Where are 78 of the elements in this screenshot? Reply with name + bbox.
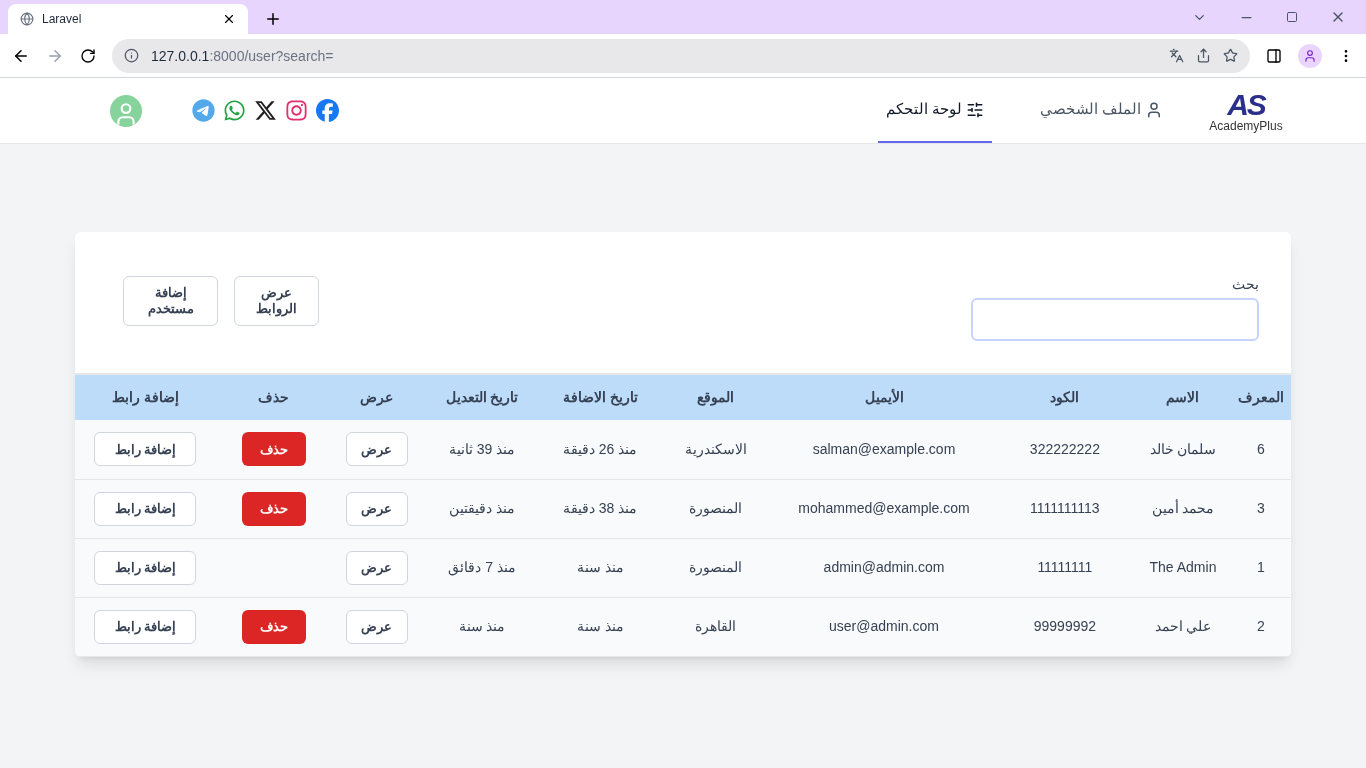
column-header: تاريخ الاضافة bbox=[542, 375, 658, 420]
table-cell: منذ 7 دقائق bbox=[448, 559, 516, 575]
table-cell: منذ 26 دقيقة bbox=[562, 440, 638, 457]
new-tab-icon[interactable] bbox=[264, 10, 282, 28]
table-cell: علي احمد bbox=[1154, 618, 1212, 634]
reload-icon[interactable] bbox=[80, 47, 96, 64]
x-logo-icon[interactable] bbox=[254, 99, 277, 122]
translate-icon[interactable] bbox=[1169, 48, 1184, 63]
table-cell: منذ 39 ثانية bbox=[448, 440, 516, 457]
user-icon bbox=[1145, 100, 1163, 119]
view-button[interactable]: عرض bbox=[345, 432, 408, 467]
browser-tab[interactable]: Laravel bbox=[8, 4, 248, 34]
restore-icon[interactable] bbox=[1286, 11, 1298, 23]
tab-title: Laravel bbox=[42, 11, 83, 27]
column-header: حذف bbox=[215, 375, 332, 420]
table-cell: 3 bbox=[1256, 500, 1265, 516]
view-button[interactable]: عرض bbox=[345, 609, 408, 644]
column-header: عرض bbox=[331, 375, 422, 420]
search-field[interactable] bbox=[971, 298, 1259, 341]
info-icon bbox=[124, 48, 139, 63]
table-cell: 2 bbox=[1256, 618, 1265, 634]
table-cell: user@admin.com bbox=[829, 618, 939, 634]
table-cell: المنصورة bbox=[689, 500, 743, 516]
table-cell: منذ سنة bbox=[458, 618, 506, 634]
share-icon[interactable] bbox=[1196, 48, 1211, 63]
add-link-button[interactable]: إضافة رابط bbox=[94, 491, 197, 526]
table-cell: الاسكندرية bbox=[684, 440, 747, 457]
url-text: 127.0.0.1:8000/user?search= bbox=[151, 46, 335, 66]
column-header: الكود bbox=[994, 375, 1136, 420]
nav-link[interactable]: لوحة التحكم bbox=[877, 78, 992, 143]
table-cell: The Admin bbox=[1149, 559, 1217, 575]
globe-icon bbox=[20, 12, 34, 26]
table-cell: 1111111113 bbox=[1030, 500, 1100, 516]
table-cell: salman@example.com bbox=[812, 440, 956, 457]
search-label: بحث bbox=[1231, 275, 1259, 294]
table-cell: 11111111 bbox=[1037, 559, 1093, 575]
view-button[interactable]: عرض bbox=[345, 491, 408, 526]
sliders-icon bbox=[965, 100, 984, 119]
table-cell: المنصورة bbox=[689, 559, 743, 575]
star-icon[interactable] bbox=[1223, 48, 1238, 63]
column-header: الاسم bbox=[1135, 375, 1231, 420]
whatsapp-icon[interactable] bbox=[223, 99, 246, 122]
profile-avatar[interactable] bbox=[1298, 43, 1322, 68]
column-header: الموقع bbox=[657, 375, 774, 420]
table-cell: 322222222 bbox=[1029, 440, 1100, 457]
table-cell: admin@admin.com bbox=[823, 559, 945, 575]
instagram-icon[interactable] bbox=[285, 99, 308, 122]
table-cell: mohammed@example.com bbox=[798, 500, 970, 516]
delete-button[interactable]: حذف bbox=[241, 432, 306, 467]
table-cell: 6 bbox=[1256, 440, 1265, 457]
delete-button[interactable]: حذف bbox=[241, 491, 306, 526]
column-header: إضافة رابط bbox=[75, 375, 216, 420]
add-link-button[interactable]: إضافة رابط bbox=[94, 432, 197, 467]
view-button[interactable]: عرض bbox=[345, 550, 408, 585]
column-header: تاريخ التعديل bbox=[421, 375, 543, 420]
table-cell: محمد أمين bbox=[1151, 500, 1215, 516]
table-cell: منذ سنة bbox=[576, 618, 624, 634]
table-cell: القاهرة bbox=[695, 618, 737, 634]
telegram-icon[interactable] bbox=[192, 99, 215, 122]
academy-logo[interactable]: AS AcademyPlus bbox=[1201, 78, 1291, 143]
facebook-icon[interactable] bbox=[316, 99, 339, 122]
side-panel-icon[interactable] bbox=[1266, 47, 1282, 64]
table-cell: 1 bbox=[1256, 559, 1265, 575]
add-user-button[interactable]: إضافة مستخدم bbox=[123, 276, 218, 326]
close-icon[interactable] bbox=[222, 12, 236, 26]
table-cell: منذ 38 دقيقة bbox=[562, 500, 638, 516]
table-cell: منذ دقيقتين bbox=[449, 500, 515, 516]
add-link-button[interactable]: إضافة رابط bbox=[94, 550, 197, 585]
delete-button[interactable]: حذف bbox=[241, 609, 306, 644]
column-header: المعرف bbox=[1230, 375, 1291, 420]
table-cell: منذ سنة bbox=[576, 559, 624, 575]
table-cell: 99999992 bbox=[1033, 618, 1097, 634]
address-bar[interactable]: 127.0.0.1:8000/user?search= bbox=[112, 38, 1250, 73]
column-header: الأيميل bbox=[773, 375, 995, 420]
table-cell: سلمان خالد bbox=[1149, 440, 1217, 457]
nav-link[interactable]: الملف الشخصي bbox=[1031, 78, 1171, 143]
show-links-button[interactable]: عرض الروابط bbox=[234, 276, 319, 326]
add-link-button[interactable]: إضافة رابط bbox=[94, 609, 197, 644]
